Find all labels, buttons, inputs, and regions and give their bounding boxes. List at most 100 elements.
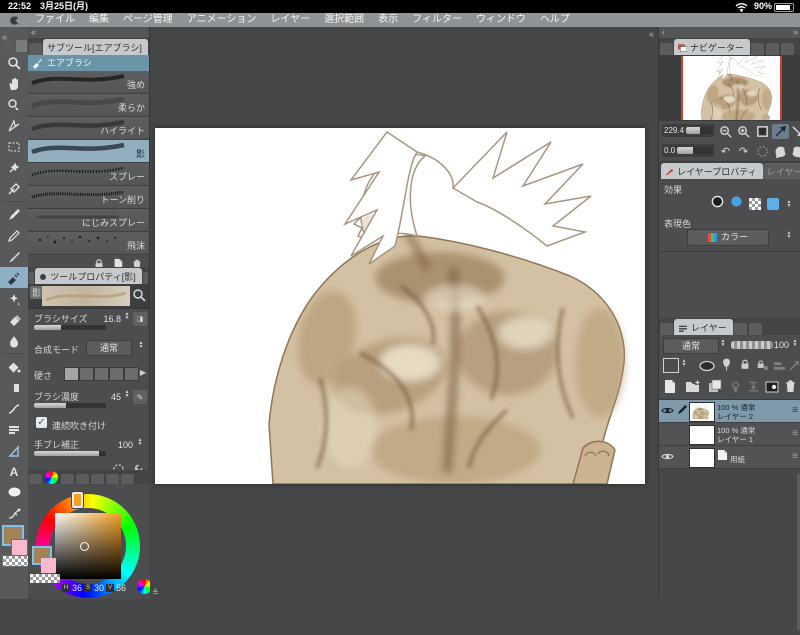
document-canvas[interactable] (155, 128, 645, 484)
menu-help[interactable]: ヘルプ (540, 13, 570, 27)
menu-filter[interactable]: フィルター (412, 13, 462, 27)
correct-line-tool[interactable] (0, 503, 28, 524)
layer-blend-dropdown[interactable]: 通常 (663, 338, 719, 354)
pencil-tool[interactable] (0, 225, 28, 246)
expression-dropdown[interactable]: カラー (687, 229, 769, 246)
visibility-eye-icon[interactable] (661, 450, 674, 463)
toolprop-tab[interactable]: ツールプロパティ[影] (35, 268, 142, 284)
clip-studio-logo-icon[interactable] (8, 14, 21, 27)
navigator-tab3-icon[interactable] (766, 43, 780, 55)
new-layer-button[interactable] (663, 379, 677, 399)
tool-palette-tab-icon[interactable] (3, 40, 14, 52)
layer-row-paper[interactable]: 用紙 ≡ (659, 446, 800, 469)
blend-tool[interactable] (0, 330, 28, 351)
delete-layer-button[interactable] (784, 379, 797, 398)
flip-vertical-button[interactable] (789, 124, 800, 139)
navigator-tab2-icon[interactable] (751, 43, 765, 55)
toolprop-dock-icon[interactable] (29, 272, 35, 284)
tone-effect-button[interactable] (749, 198, 761, 210)
menu-edit[interactable]: 編集 (89, 13, 109, 27)
stabilization-slider[interactable] (34, 451, 106, 456)
navigator-dock-icon[interactable] (660, 43, 673, 55)
brush-size-stepper[interactable]: ▲ ▼ (123, 312, 131, 321)
balloon-tool[interactable] (0, 482, 28, 503)
subtool-item-shadow[interactable]: 影 (28, 140, 149, 163)
mask-view-icon[interactable] (699, 359, 715, 377)
layer-row-2[interactable]: 100 % 通常 レイヤー 2 ≡ (659, 400, 800, 423)
layer-blend-stepper[interactable]: ▲ ▼ (719, 339, 727, 348)
layers-tab2-icon[interactable] (733, 323, 747, 335)
layer-row-1[interactable]: 100 % 通常 レイヤー 1 ≡ (659, 423, 800, 446)
decoration-tool[interactable] (0, 288, 28, 309)
expand-bottom-icon[interactable]: ≙ (152, 588, 159, 597)
colorpanel-dock-icon[interactable] (29, 474, 42, 484)
subtool-item-highlight[interactable]: ハイライト (28, 117, 149, 140)
layer-thumbnail[interactable] (689, 448, 715, 468)
reference-layer-icon[interactable] (788, 359, 800, 377)
preview-zoom-icon[interactable] (132, 288, 146, 302)
toolprop-tab2-icon[interactable] (142, 272, 148, 284)
navigator-preview-area[interactable] (659, 55, 800, 121)
density-stepper[interactable]: ▲ ▼ (123, 390, 131, 399)
subtool-dock-icon[interactable] (29, 43, 42, 55)
background-color-swatch[interactable] (11, 539, 28, 556)
subtool-item-strong[interactable]: 強め (28, 71, 149, 94)
airbrush-tool[interactable] (0, 267, 28, 288)
subtool-item-droplets[interactable]: 飛沫 (28, 232, 149, 255)
layer-thumbnail[interactable] (689, 402, 715, 422)
expand-column-icon[interactable]: » (793, 27, 800, 38)
zoom-out-button[interactable] (717, 124, 734, 139)
pen-tool[interactable] (0, 204, 28, 225)
fill-tool[interactable] (0, 356, 28, 377)
brush-size-slider[interactable] (34, 325, 106, 330)
eyedropper-tool[interactable] (0, 178, 28, 199)
continuous-spray-checkbox[interactable]: ✓ (36, 417, 47, 428)
opacity-stepper[interactable]: ▲ ▼ (791, 339, 799, 348)
layer-menu-icon[interactable]: ≡ (792, 405, 798, 416)
hardness-expand-icon[interactable]: ▶ (140, 368, 146, 377)
visibility-eye-icon[interactable] (661, 404, 674, 417)
menu-page-manage[interactable]: ページ管理 (123, 13, 173, 27)
figure-tool[interactable] (0, 398, 28, 419)
layer-mask-button[interactable] (765, 380, 779, 398)
color-slider-tab-icon[interactable] (61, 474, 74, 484)
color-set-tab-icon[interactable] (76, 474, 89, 484)
thumbnail-size-stepper[interactable]: ▲ ▼ (680, 359, 688, 368)
rotate-ccw-button[interactable]: ↶ (717, 144, 734, 159)
collapse-right-icon[interactable]: « (649, 29, 654, 40)
navigator-tab4-icon[interactable] (781, 43, 795, 55)
operation-tool[interactable] (0, 94, 28, 115)
saturation-value-square[interactable] (55, 513, 121, 579)
color-wheel-tab-icon[interactable] (45, 471, 58, 484)
stabilization-stepper[interactable]: ▲ ▼ (136, 438, 144, 447)
ruler-tool[interactable] (0, 440, 28, 461)
density-slider[interactable] (34, 403, 106, 408)
layer-menu-icon[interactable]: ≡ (792, 428, 798, 439)
subtool-item-soft[interactable]: 柔らか (28, 94, 149, 117)
menu-file[interactable]: ファイル (35, 13, 75, 27)
menu-layer[interactable]: レイヤー (270, 13, 310, 27)
layers-tab3-icon[interactable] (748, 323, 762, 335)
subtool-item-spray[interactable]: スプレー (28, 163, 149, 186)
density-pressure-button[interactable]: ✎ (133, 390, 147, 404)
new-folder-button[interactable] (685, 379, 700, 398)
gradient-tool[interactable] (0, 377, 28, 398)
move-canvas-tool[interactable] (0, 73, 28, 94)
rotate-right-90-button[interactable] (789, 144, 800, 159)
zoom-in-button[interactable] (735, 124, 752, 139)
lock-transparent-icon[interactable] (756, 358, 768, 376)
effect-stepper[interactable]: ▲ ▼ (785, 200, 793, 209)
transfer-down-button[interactable] (729, 380, 742, 398)
layer-move-tool[interactable] (0, 115, 28, 136)
zoom-field[interactable]: 229.4 (662, 124, 714, 137)
layer-color-button[interactable] (767, 198, 779, 210)
menu-window[interactable]: ウィンドウ (476, 13, 526, 27)
reset-rotation-button[interactable] (754, 144, 771, 159)
canvas-area[interactable]: « ≙ (150, 27, 658, 599)
rotate-left-90-button[interactable] (772, 144, 789, 159)
transparent-color-swatch[interactable] (2, 555, 29, 567)
subtool-group-header[interactable]: エアブラシ (28, 55, 149, 71)
frame-border-tool[interactable] (0, 419, 28, 440)
intermediate-color-tab-icon[interactable] (91, 474, 104, 484)
color-history-tab-icon[interactable] (121, 474, 134, 484)
